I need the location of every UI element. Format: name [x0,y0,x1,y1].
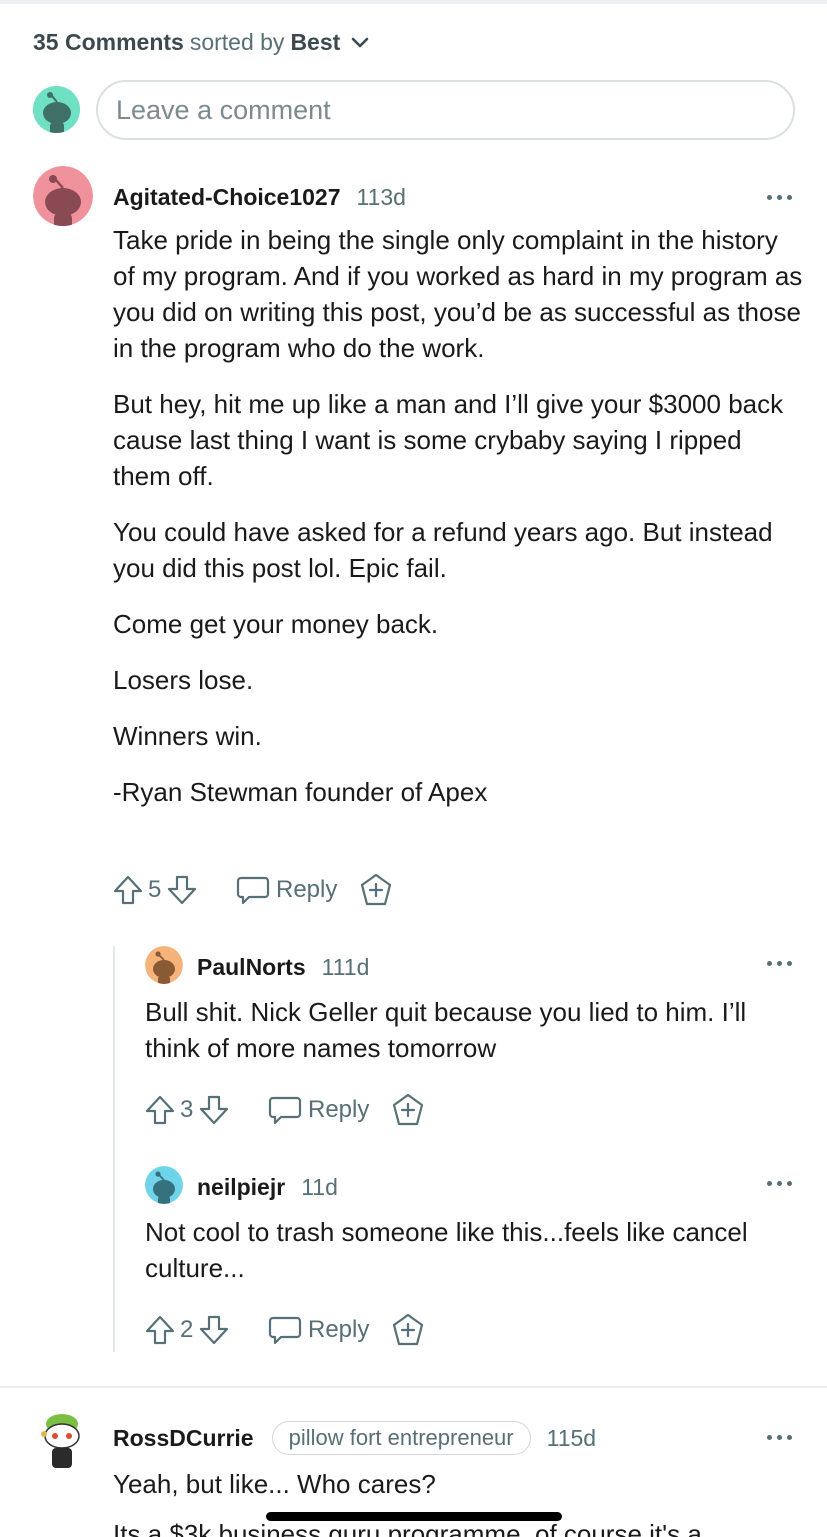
user-avatar[interactable] [145,1166,183,1204]
user-avatar[interactable] [33,166,93,226]
comment-divider [0,1386,827,1388]
comment-body: Bull shit. Nick Geller quit because you … [145,994,805,1086]
more-options-icon[interactable] [767,193,795,203]
snoo-avatar-icon [41,1414,80,1468]
reply-bubble-icon [268,1096,302,1125]
comment-actions: 2 Reply [144,1310,425,1350]
comment-paragraph: Not cool to trash someone like this...fe… [145,1217,748,1283]
vote-score: 2 [180,1316,194,1343]
snoo-avatar-icon [33,86,80,133]
comment-paragraph: Yeah, but like... Who cares? [113,1469,436,1499]
award-icon[interactable] [391,1313,425,1347]
comment-actions: 3 Reply [144,1090,425,1130]
reply-label: Reply [308,1096,370,1123]
comment-header: Agitated-Choice1027 113d [113,184,406,211]
comment-username[interactable]: PaulNorts [197,954,306,981]
award-icon[interactable] [359,873,393,907]
upvote-icon[interactable] [112,874,144,906]
reply-bubble-icon [268,1316,302,1345]
comment-age: 111d [321,954,370,980]
comment-paragraph: You could have asked for a refund years … [113,517,773,583]
comment-body: Not cool to trash someone like this...fe… [145,1214,775,1306]
comment-paragraph: Winners win. [113,721,262,751]
comment-age: 115d [546,1424,597,1451]
reply-label: Reply [276,876,338,903]
upvote-icon[interactable] [144,1094,176,1126]
reply-button[interactable]: Reply [268,1094,369,1126]
comment-composer [33,80,795,140]
snoo-avatar-icon [145,1166,183,1204]
comment-paragraph: Bull shit. Nick Geller quit because you … [145,997,747,1063]
comment-username[interactable]: Agitated-Choice1027 [113,184,341,211]
more-options-icon[interactable] [767,959,795,969]
comment-header: PaulNorts 111d [197,954,369,981]
comment-count: 35 Comments [33,28,184,55]
vote-score: 5 [148,876,162,903]
chevron-down-icon[interactable] [350,32,370,52]
downvote-icon[interactable] [166,874,198,906]
comment-paragraph: Losers lose. [113,665,254,695]
comment-actions: 5 Reply [112,870,393,910]
comment-paragraph: Take pride in being the single only comp… [113,225,803,363]
snoo-avatar-icon [33,166,93,226]
reply-button[interactable]: Reply [236,874,337,906]
vote-score: 3 [180,1096,194,1123]
comment-input[interactable] [96,80,795,140]
comment-paragraph: -Ryan Stewman founder of Apex [113,777,488,807]
more-options-icon[interactable] [767,1179,795,1189]
comment-paragraph: Come get your money back. [113,609,439,639]
downvote-icon[interactable] [198,1094,230,1126]
more-options-icon[interactable] [767,1433,795,1443]
reply-label: Reply [308,1316,370,1343]
upvote-icon[interactable] [144,1314,176,1346]
comment-age: 11d [301,1174,338,1200]
current-user-avatar[interactable] [33,86,80,133]
reply-bubble-icon [236,876,270,905]
comment-username[interactable]: neilpiejr [197,1174,285,1201]
comment-paragraph: But hey, hit me up like a man and I’ll g… [113,389,784,491]
thread-line[interactable] [113,946,115,1352]
downvote-icon[interactable] [198,1314,230,1346]
comment-body: Take pride in being the single only comp… [113,222,803,830]
award-icon[interactable] [391,1093,425,1127]
user-avatar[interactable] [38,1410,86,1470]
sorted-by-label: sorted by [189,28,285,55]
comment-header: RossDCurrie pillow fort entrepreneur 115… [113,1421,596,1455]
user-avatar[interactable] [145,946,183,984]
home-indicator[interactable] [266,1512,562,1521]
comment-username[interactable]: RossDCurrie [113,1425,254,1452]
comment-age: 113d [356,184,406,210]
reply-button[interactable]: Reply [268,1314,369,1346]
snoo-avatar-icon [145,946,183,984]
user-flair: pillow fort entrepreneur [271,1421,531,1455]
comment-paragraph-cut: Its a $3k business guru programme, of co… [113,1519,702,1537]
sort-value[interactable]: Best [290,29,340,56]
top-divider [0,0,827,4]
comment-header: neilpiejr 11d [197,1174,338,1201]
comment-sort-bar[interactable]: 35 Comments sorted by Best [33,28,370,56]
